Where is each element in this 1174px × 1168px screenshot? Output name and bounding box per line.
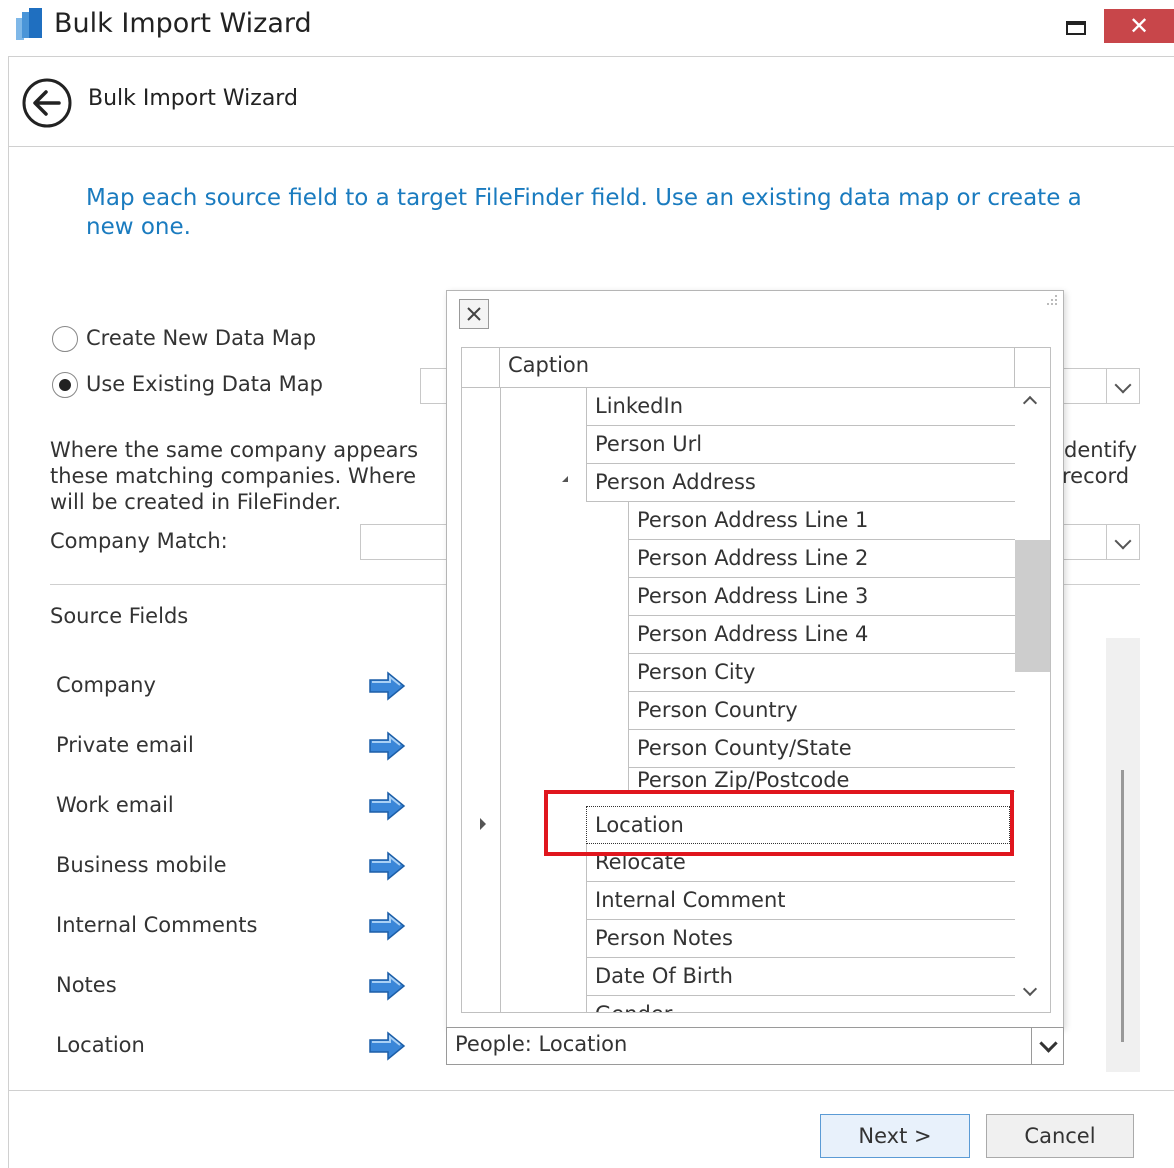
next-button[interactable]: Next >: [820, 1114, 970, 1158]
create-new-data-map-label: Create New Data Map: [86, 326, 317, 350]
source-fields-title: Source Fields: [50, 604, 189, 628]
source-field-company: Company: [56, 673, 156, 697]
header-divider: [8, 146, 1174, 147]
target-field-dropdown-popup: Caption LinkedIn Person Url Person Addre…: [446, 290, 1064, 1028]
map-arrow-icon: [369, 911, 406, 941]
company-match-label: Company Match:: [50, 529, 228, 553]
grid-row-person-address-line-3[interactable]: Person Address Line 3: [628, 578, 1015, 616]
matching-description-line3: will be created in FileFinder.: [50, 490, 342, 514]
app-icon: [16, 8, 44, 44]
titlebar-divider: [8, 56, 1174, 57]
grid-row-person-address-line-4[interactable]: Person Address Line 4: [628, 616, 1015, 654]
chevron-down-icon[interactable]: [1031, 1028, 1064, 1064]
close-button[interactable]: ✕: [1104, 9, 1174, 43]
page-title: Bulk Import Wizard: [88, 86, 298, 111]
footer-divider: [8, 1090, 1174, 1091]
map-arrow-icon: [369, 731, 406, 761]
title-bar: Bulk Import Wizard ✕: [0, 0, 1174, 56]
back-arrow-icon: [22, 78, 72, 128]
matching-description-line1: Where the same company appears: [50, 438, 419, 462]
grid-vertical-scrollbar[interactable]: [1015, 388, 1050, 1012]
grid-row-person-city[interactable]: Person City: [628, 654, 1015, 692]
matching-description-line2: these matching companies. Where: [50, 464, 417, 488]
back-button[interactable]: [20, 76, 74, 130]
collapse-triangle-icon[interactable]: [562, 476, 568, 482]
caption-column-header[interactable]: Caption: [508, 353, 589, 377]
source-field-business-mobile: Business mobile: [56, 853, 227, 877]
close-icon: [467, 307, 481, 321]
grid-row-person-zip-postcode[interactable]: Person Zip/Postcode: [628, 768, 1015, 792]
grid-row-person-notes[interactable]: Person Notes: [586, 920, 1015, 958]
source-field-private-email: Private email: [56, 733, 194, 757]
grid-row-person-address[interactable]: Person Address: [586, 464, 1015, 502]
source-field-notes: Notes: [56, 973, 117, 997]
map-arrow-icon: [369, 851, 406, 881]
matching-description-line2-end: record: [1062, 464, 1130, 488]
grid-row-person-county-state[interactable]: Person County/State: [628, 730, 1015, 768]
use-existing-data-map-radio[interactable]: [52, 372, 78, 398]
source-field-work-email: Work email: [56, 793, 174, 817]
resize-grip-icon[interactable]: [1045, 295, 1059, 309]
grid-row-internal-comment[interactable]: Internal Comment: [586, 882, 1015, 920]
create-new-data-map-radio[interactable]: [52, 326, 78, 352]
popup-close-button[interactable]: [459, 299, 489, 329]
instructions-text: Map each source field to a target FileFi…: [86, 185, 1082, 240]
maximize-button[interactable]: [1062, 16, 1090, 40]
map-arrow-icon: [369, 971, 406, 1001]
frame-left-border: [8, 56, 9, 1168]
maximize-icon: [1066, 21, 1086, 35]
existing-data-map-dropdown-arrow[interactable]: [1106, 368, 1140, 404]
company-match-dropdown-arrow[interactable]: [1106, 524, 1140, 560]
grid-row-linkedin[interactable]: LinkedIn: [586, 388, 1015, 426]
map-arrow-icon: [369, 671, 406, 701]
grid-row-person-address-line-2[interactable]: Person Address Line 2: [628, 540, 1015, 578]
location-target-select[interactable]: People: Location: [446, 1027, 1064, 1065]
grid-row-gender[interactable]: Gender: [586, 996, 1015, 1012]
highlight-annotation: [544, 790, 1014, 856]
mapping-list-scroll-thumb[interactable]: [1121, 770, 1124, 1042]
matching-description-line1-end: dentify: [1064, 438, 1138, 462]
grid-header-corner: [1014, 348, 1015, 388]
grid-row-person-address-line-1[interactable]: Person Address Line 1: [628, 502, 1015, 540]
use-existing-data-map-label: Use Existing Data Map: [86, 372, 323, 396]
location-target-value: People: Location: [455, 1032, 628, 1056]
window-title: Bulk Import Wizard: [54, 8, 312, 39]
grid-row-date-of-birth[interactable]: Date Of Birth: [586, 958, 1015, 996]
map-arrow-icon: [369, 1031, 406, 1061]
target-field-grid: Caption LinkedIn Person Url Person Addre…: [461, 347, 1051, 1013]
map-arrow-icon: [369, 791, 406, 821]
grid-header: Caption: [462, 348, 1050, 388]
grid-scroll-thumb[interactable]: [1015, 540, 1050, 672]
grid-header-indicator: [462, 348, 500, 388]
source-field-internal-comments: Internal Comments: [56, 913, 258, 937]
grid-row-person-url[interactable]: Person Url: [586, 426, 1015, 464]
row-indicator-column: [500, 388, 501, 1012]
source-field-location: Location: [56, 1033, 145, 1057]
current-row-pointer-icon: [480, 818, 486, 830]
cancel-button[interactable]: Cancel: [986, 1114, 1134, 1158]
grid-row-person-country[interactable]: Person Country: [628, 692, 1015, 730]
